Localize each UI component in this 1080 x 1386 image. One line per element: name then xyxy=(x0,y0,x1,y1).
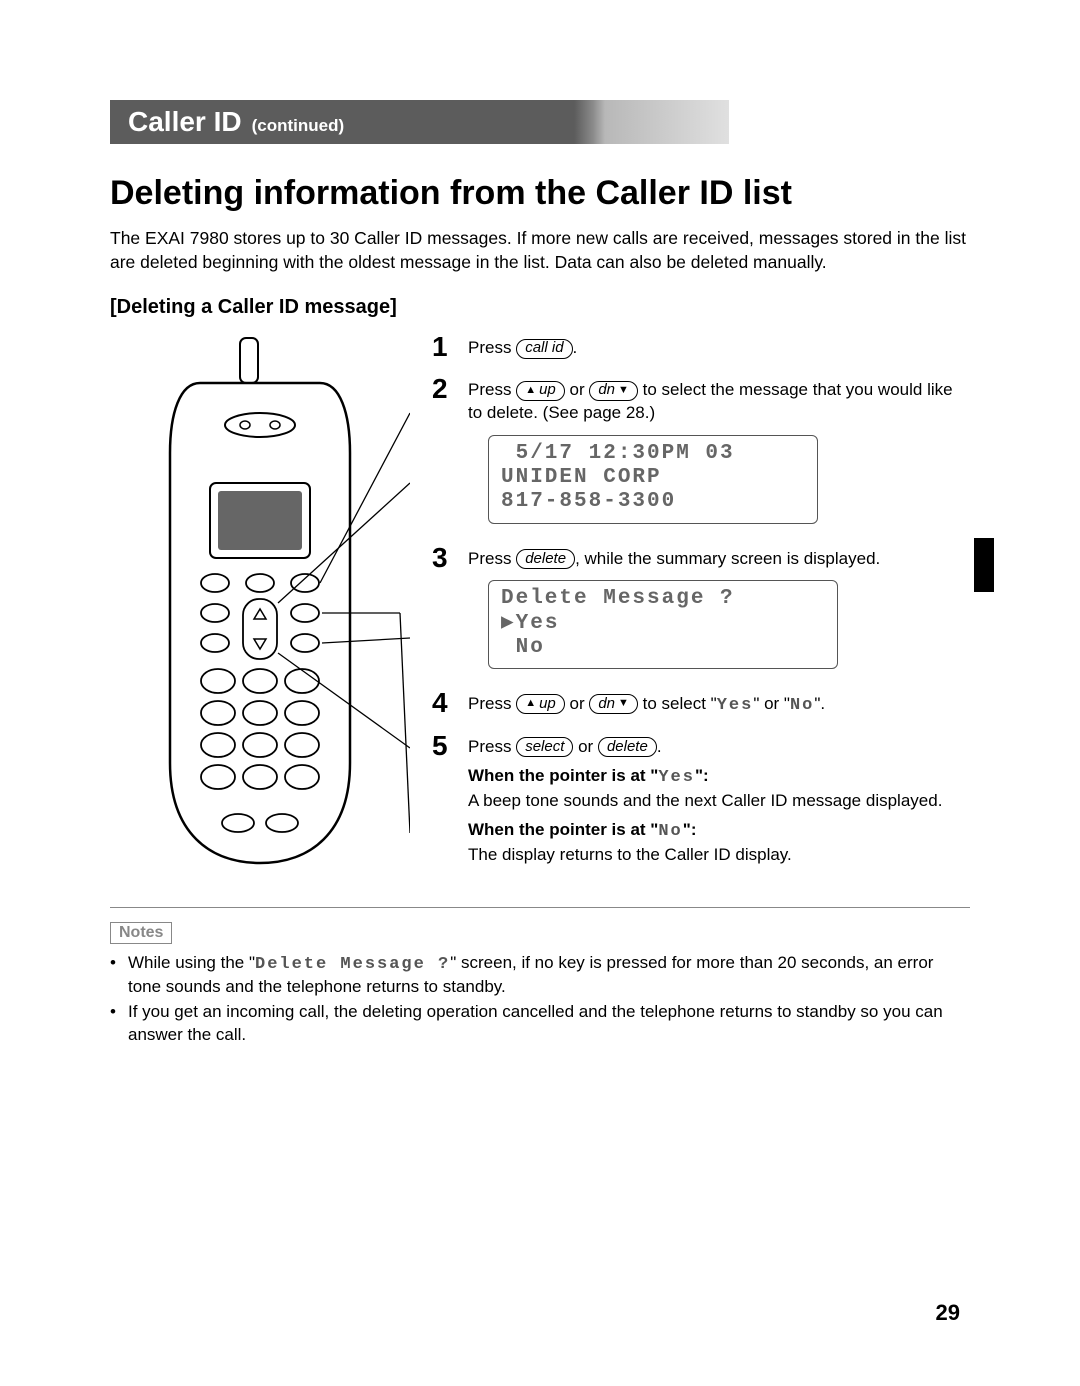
notes-label: Notes xyxy=(110,922,172,944)
step-text: Press xyxy=(468,338,516,357)
key-dn: dn▼ xyxy=(589,694,638,714)
mono-no: No xyxy=(658,822,682,841)
key-dn: dn▼ xyxy=(589,381,638,401)
step-5: 5 Press select or delete. When the point… xyxy=(432,732,970,867)
lcd-line: No xyxy=(501,636,825,660)
lcd-line: 817-858-3300 xyxy=(501,490,805,514)
divider xyxy=(110,907,970,908)
lcd-line: UNIDEN CORP xyxy=(501,466,805,490)
step-text: . xyxy=(657,737,662,756)
lcd-line: ▶Yes xyxy=(501,612,825,636)
step-text: Press xyxy=(468,694,516,713)
result-no: When the pointer is at "No": The display… xyxy=(468,819,970,867)
note-item: While using the "Delete Message ?" scree… xyxy=(110,952,970,1000)
step-number: 3 xyxy=(432,544,454,572)
step-text: or xyxy=(565,380,590,399)
step-text: " or " xyxy=(753,694,790,713)
step-text: to select " xyxy=(638,694,717,713)
step-text: Press xyxy=(468,737,516,756)
mono-no: No xyxy=(790,696,814,715)
lcd-display: Delete Message ? ▶Yes No xyxy=(488,580,838,668)
page-title: Deleting information from the Caller ID … xyxy=(110,174,970,213)
step-text: or xyxy=(573,737,598,756)
result-lead: When the pointer is at " xyxy=(468,820,658,839)
step-4: 4 Press ▲up or dn▼ to select "Yes" or "N… xyxy=(432,689,970,718)
result-body: The display returns to the Caller ID dis… xyxy=(468,844,970,867)
step-text: ". xyxy=(814,694,825,713)
step-text: Press xyxy=(468,549,516,568)
key-delete: delete xyxy=(516,549,575,569)
mono-yes: Yes xyxy=(658,768,695,787)
step-text: or xyxy=(565,694,590,713)
step-2: 2 Press ▲up or dn▼ to select the message… xyxy=(432,375,970,529)
intro-paragraph: The EXAI 7980 stores up to 30 Caller ID … xyxy=(110,227,970,274)
key-up: ▲up xyxy=(516,381,565,401)
step-1: 1 Press call id. xyxy=(432,333,970,361)
section-title: Caller ID xyxy=(128,106,242,138)
step-number: 4 xyxy=(432,689,454,717)
key-delete: delete xyxy=(598,737,657,757)
result-body: A beep tone sounds and the next Caller I… xyxy=(468,790,970,813)
note-item: If you get an incoming call, the deletin… xyxy=(110,1001,970,1047)
step-text: . xyxy=(573,338,578,357)
step-number: 2 xyxy=(432,375,454,403)
page-number: 29 xyxy=(936,1300,960,1326)
side-tab xyxy=(974,538,994,592)
result-lead: When the pointer is at " xyxy=(468,766,658,785)
key-up: ▲up xyxy=(516,694,565,714)
note-text: While using the " xyxy=(128,953,255,972)
step-3: 3 Press delete, while the summary screen… xyxy=(432,544,970,675)
step-number: 1 xyxy=(432,333,454,361)
lcd-line: Delete Message ? xyxy=(501,587,825,611)
phone-illustration xyxy=(110,333,410,880)
key-select: select xyxy=(516,737,573,757)
step-text: , while the summary screen is displayed. xyxy=(575,549,880,568)
result-lead-tail: ": xyxy=(695,766,709,785)
result-lead-tail: ": xyxy=(683,820,697,839)
step-number: 5 xyxy=(432,732,454,760)
step-text: Press xyxy=(468,380,516,399)
key-call-id: call id xyxy=(516,339,572,359)
section-subtitle: (continued) xyxy=(252,116,345,136)
lcd-display: 5/17 12:30PM 03 UNIDEN CORP 817-858-3300 xyxy=(488,435,818,523)
mono-yes: Yes xyxy=(717,696,754,715)
lcd-line: 5/17 12:30PM 03 xyxy=(501,442,805,466)
notes-list: While using the "Delete Message ?" scree… xyxy=(110,952,970,1048)
section-header: Caller ID (continued) xyxy=(110,100,729,144)
mono-delete-message: Delete Message ? xyxy=(255,955,450,974)
sub-heading: [Deleting a Caller ID message] xyxy=(110,296,970,319)
result-yes: When the pointer is at "Yes": A beep ton… xyxy=(468,765,970,813)
